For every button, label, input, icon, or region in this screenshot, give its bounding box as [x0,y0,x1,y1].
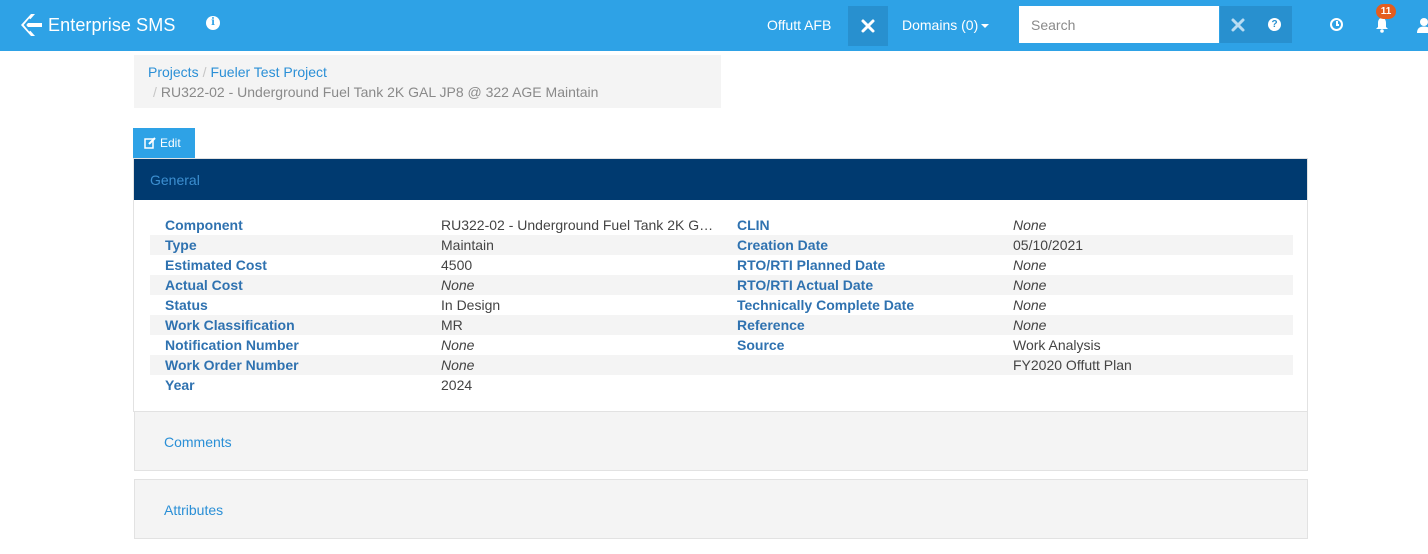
user-icon[interactable] [1417,17,1428,33]
top-navbar: Enterprise SMS i Offutt AFB Domains (0) … [0,0,1428,51]
detail-value: Work Analysis [1013,337,1101,353]
caret-down-icon [981,24,990,29]
arrow-left-logo-icon [21,14,42,36]
domains-label: Domains (0) [902,17,979,33]
detail-row: Estimated Cost 4500 RTO/RTI Planned Date No… [150,255,1293,275]
detail-row: Year 2024 [150,375,1293,395]
detail-value: Maintain [441,237,494,253]
detail-value: None [1013,297,1047,313]
detail-row: Component RU322-02 - Underground Fuel Tan… [150,215,1293,235]
detail-label: RTO/RTI Actual Date [737,277,874,293]
detail-value: 4500 [441,257,473,273]
detail-row: Status In Design Technically Complete Date… [150,295,1293,315]
domains-dropdown[interactable]: Domains (0) [902,17,990,33]
search-clear-button[interactable] [1220,6,1256,43]
detail-value: None [441,337,475,353]
clock-icon[interactable] [1330,18,1343,31]
detail-value: None [1013,217,1047,233]
breadcrumb-separator: / [202,64,207,80]
detail-label: RTO/RTI Planned Date [737,257,886,273]
detail-label: Creation Date [737,237,829,253]
detail-row: Work Classification MR Reference None [150,315,1293,335]
close-icon [1231,18,1245,32]
detail-value: None [441,277,475,293]
search-input[interactable] [1019,6,1219,43]
detail-row: Actual Cost None RTO/RTI Actual Date None [150,275,1293,295]
detail-label: Estimated Cost [165,257,267,273]
close-icon [861,19,875,33]
detail-value: None [1013,317,1047,333]
app-title: Enterprise SMS [48,14,176,35]
detail-label: Source [737,337,785,353]
breadcrumb-current: RU322-02 - Underground Fuel Tank 2K GAL … [160,84,599,100]
detail-value: In Design [441,297,501,313]
notification-count-badge: 11 [1376,4,1396,19]
breadcrumb-project-link[interactable]: Fueler Test Project [210,64,326,80]
detail-value: None [441,357,475,373]
detail-label: Status [165,297,208,313]
edit-button-label: Edit [160,136,181,150]
detail-label: Actual Cost [165,277,243,293]
edit-button[interactable]: Edit [133,128,195,158]
detail-value: MR [441,317,463,333]
detail-value: 2024 [441,377,473,393]
edit-icon [144,137,156,149]
site-clear-button[interactable] [848,6,888,46]
detail-value: 05/10/2021 [1013,237,1084,253]
detail-row: Work Order Number None FY2020 Offutt Plan [150,355,1293,375]
breadcrumb-projects-link[interactable]: Projects [148,64,199,80]
detail-label: CLIN [737,217,770,233]
question-circle-icon: ? [1268,18,1281,31]
breadcrumb-separator: / [153,84,157,100]
detail-row: Type Maintain Creation Date 05/10/2021 [150,235,1293,255]
general-panel-body: Component RU322-02 - Underground Fuel Tan… [134,200,1307,411]
detail-label: Work Classification [165,317,295,333]
site-selector[interactable]: Offutt AFB [767,17,831,33]
detail-value: FY2020 Offutt Plan [1013,357,1132,373]
detail-value: None [1013,257,1047,273]
help-button[interactable]: ? [1256,6,1292,43]
comments-panel[interactable]: Comments [134,411,1308,471]
detail-label: Type [165,237,197,253]
attributes-panel[interactable]: Attributes [134,479,1308,539]
brand-home-link[interactable]: Enterprise SMS [18,13,175,37]
bell-icon[interactable] [1375,17,1389,33]
general-panel: General Component RU322-02 - Underground … [133,158,1308,412]
breadcrumb-line-2: / RU322-02 - Underground Fuel Tank 2K GAL… [148,82,707,102]
detail-label: Work Order Number [165,357,299,373]
detail-label: Technically Complete Date [737,297,915,313]
detail-row: Notification Number None Source Work Analys… [150,335,1293,355]
detail-value: RU322-02 - Underground Fuel Tank 2K GAL … [441,217,719,233]
general-panel-header[interactable]: General [134,159,1307,200]
detail-label: Notification Number [165,337,299,353]
attributes-panel-title: Attributes [164,502,224,518]
detail-label: Reference [737,317,805,333]
info-circle-icon[interactable]: i [206,16,220,30]
detail-value: None [1013,277,1047,293]
breadcrumb-line-1: Projects / Fueler Test Project [148,62,707,82]
comments-panel-title: Comments [164,434,232,450]
detail-label: Year [165,377,195,393]
detail-label: Component [165,217,243,233]
breadcrumb: Projects / Fueler Test Project / RU322-02 -… [134,55,721,108]
